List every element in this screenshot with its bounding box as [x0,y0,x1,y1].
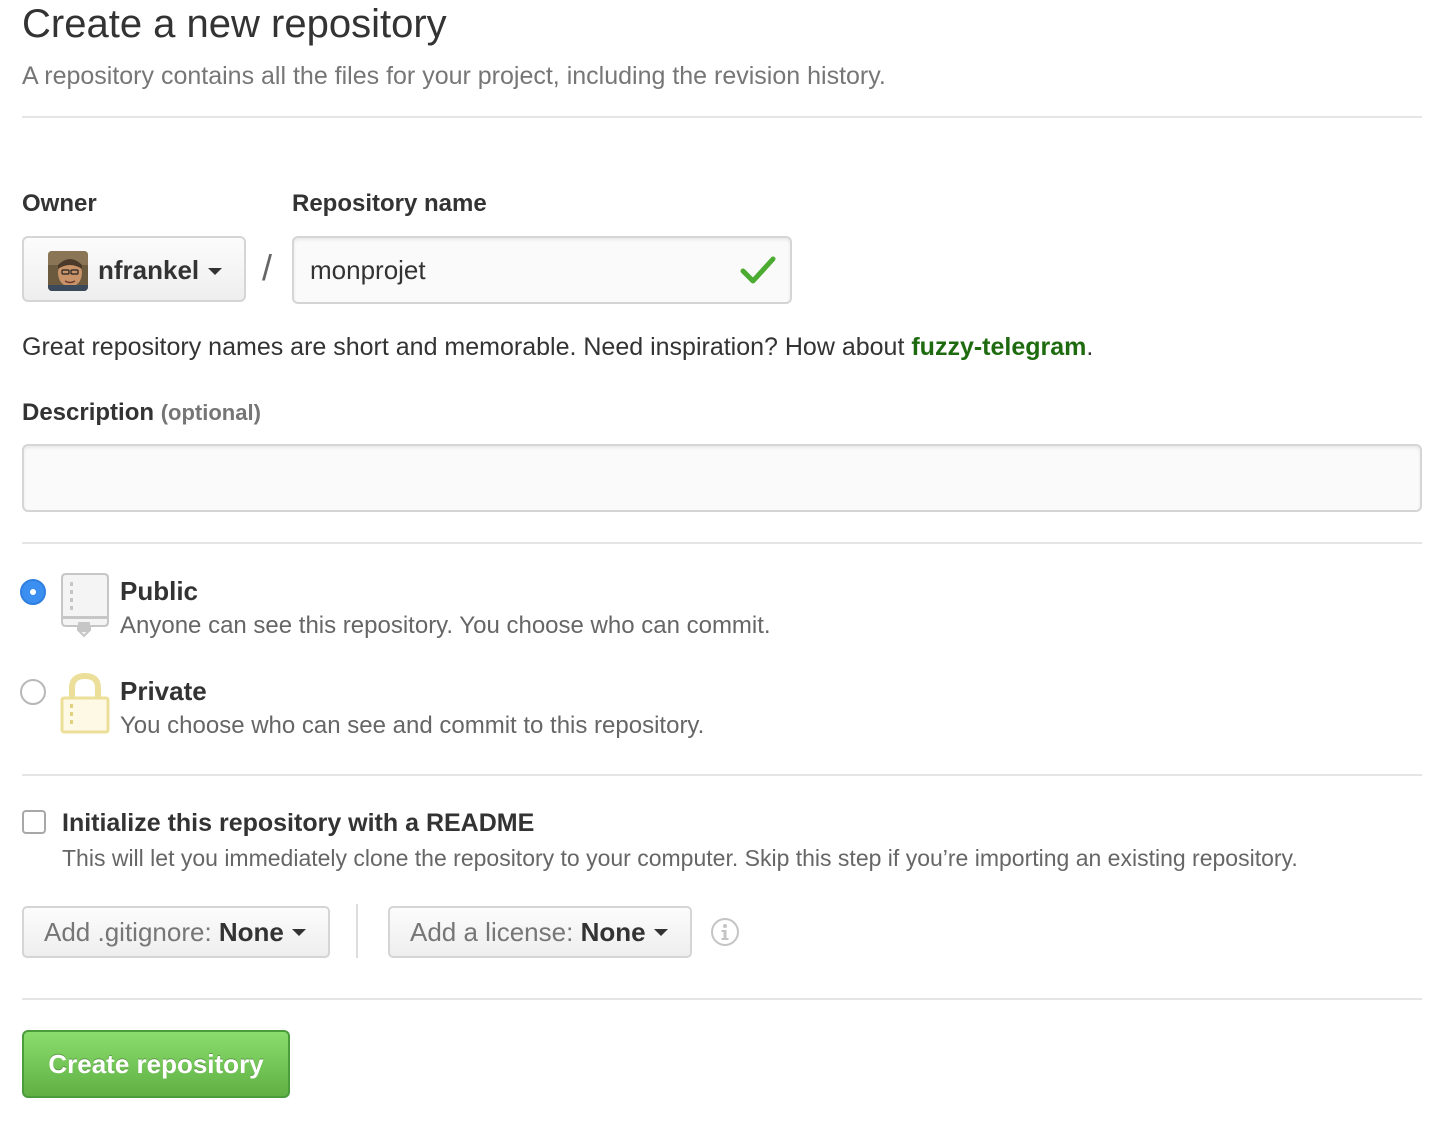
hint-text: Great repository names are short and mem… [22,333,912,361]
info-icon[interactable] [710,917,740,947]
avatar [48,251,88,291]
owner-name: nfrankel [98,255,200,285]
gitignore-value: None [218,917,284,947]
gitignore-prefix: Add .gitignore: [44,917,219,947]
readme-description: This will let you immediately clone the … [62,845,1298,871]
divider [22,116,1422,118]
divider [22,774,1422,776]
divider [22,998,1422,1000]
lock-icon [60,672,110,741]
optional-hint: (optional) [160,400,261,425]
private-title: Private [120,676,207,706]
page-title: Create a new repository [22,2,447,46]
owner-select-button[interactable]: nfrankel [22,236,246,302]
repo-book-icon [60,572,110,645]
repo-name-value: monprojet [310,255,426,285]
hint-suffix: . [1086,333,1094,361]
private-description: You choose who can see and commit to thi… [120,712,705,739]
check-icon [740,254,776,286]
gitignore-select[interactable]: Add .gitignore: None [22,906,330,958]
repo-name-label: Repository name [292,190,487,217]
page-subtitle: A repository contains all the files for … [22,62,886,90]
public-description: Anyone can see this repository. You choo… [120,612,771,639]
chevron-down-icon [291,928,306,936]
public-title: Public [120,576,199,606]
private-radio[interactable] [20,679,46,705]
create-repository-button[interactable]: Create repository [22,1030,290,1098]
owner-label: Owner [22,190,97,217]
divider [22,542,1422,544]
readme-label[interactable]: Initialize this repository with a README [62,806,534,840]
name-suggestion-link[interactable]: fuzzy-telegram [911,333,1086,361]
description-label-text: Description [22,399,155,426]
license-value: None [580,917,646,947]
license-select[interactable]: Add a license: None [388,906,692,958]
repo-name-hint: Great repository names are short and mem… [22,330,1093,364]
chevron-down-icon [653,928,668,936]
license-prefix: Add a license: [410,917,581,947]
dropdown-separator [356,904,358,958]
description-input[interactable] [22,444,1422,512]
chevron-down-icon [208,268,222,275]
description-label: Description (optional) [22,397,261,429]
owner-repo-separator: / [262,247,273,288]
readme-checkbox[interactable] [22,810,46,834]
public-radio[interactable] [20,579,46,605]
repo-name-input[interactable]: monprojet [292,236,792,304]
